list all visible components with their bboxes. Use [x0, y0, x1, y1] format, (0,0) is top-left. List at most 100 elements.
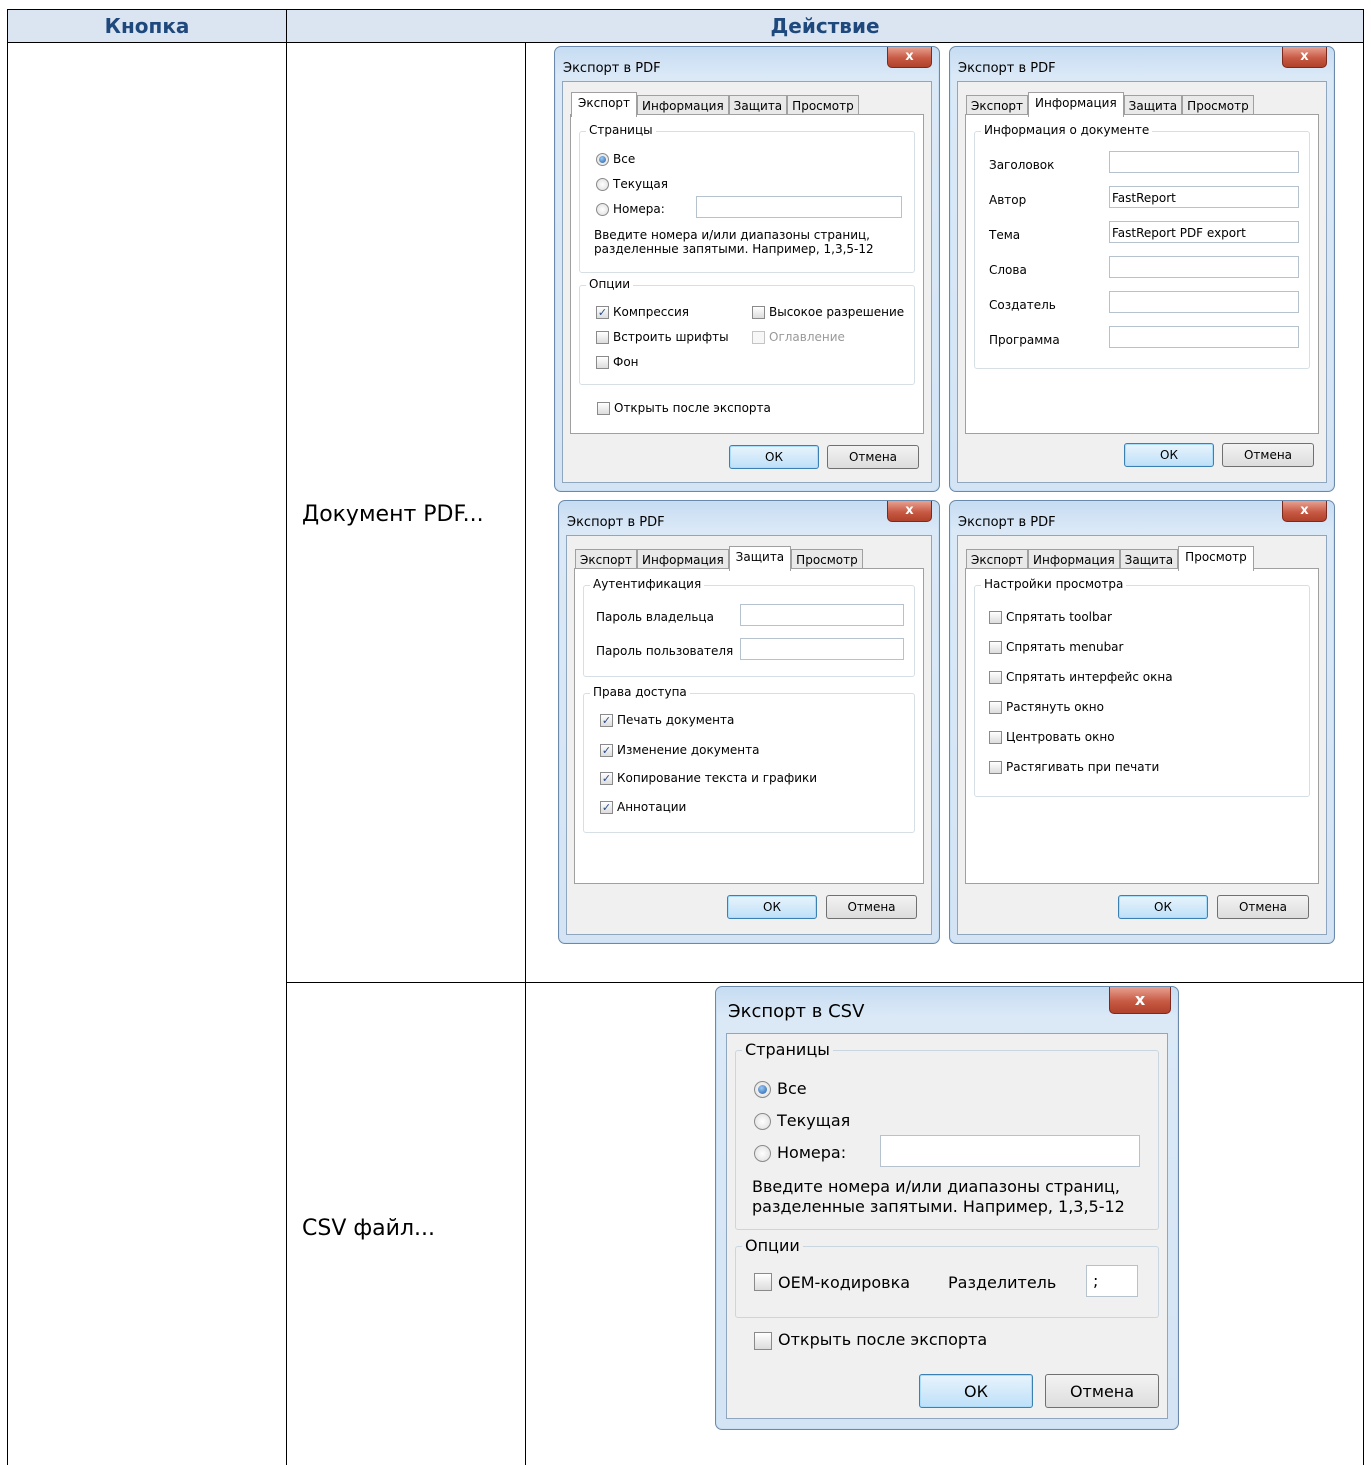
pages-group: Страницы Все Текущая Номера: Введите ном…	[735, 1040, 1159, 1230]
user-password-label: Пароль пользователя	[596, 644, 734, 658]
cancel-button[interactable]: Отмена	[827, 445, 919, 469]
dialog-client: Экспорт Информация Защита Просмотр Аутен…	[566, 535, 932, 935]
cancel-button[interactable]: Отмена	[1217, 895, 1309, 919]
hint-line-2: разделенные запятыми. Например, 1,3,5-12	[752, 1197, 1125, 1216]
radio-numbers[interactable]	[754, 1145, 771, 1162]
oem-checkbox[interactable]	[754, 1273, 772, 1291]
radio-all[interactable]	[596, 153, 609, 166]
dialog-client: Экспорт Информация Защита Просмотр Инфор…	[957, 81, 1327, 483]
open-after-label: Открыть после экспорта	[614, 401, 771, 415]
table-border-col2	[525, 42, 526, 1465]
owner-password-input[interactable]	[740, 604, 904, 626]
modify-doc-label: Изменение документа	[617, 743, 760, 757]
dialog-title: Экспорт в PDF	[563, 61, 661, 76]
ok-button[interactable]: ОК	[919, 1374, 1033, 1408]
close-icon[interactable]: x	[887, 47, 932, 68]
background-checkbox[interactable]	[596, 356, 609, 369]
separator-input[interactable]: ;	[1086, 1265, 1138, 1297]
high-res-checkbox[interactable]	[752, 306, 765, 319]
fit-window-label: Растянуть окно	[1006, 700, 1104, 714]
fit-window-checkbox[interactable]	[989, 701, 1002, 714]
tab-page: Страницы Все Текущая Номера: Введите ном…	[570, 114, 924, 434]
print-doc-label: Печать документа	[617, 713, 735, 727]
tab-security[interactable]: Защита	[728, 546, 792, 571]
close-icon[interactable]: x	[1282, 47, 1327, 68]
auth-group: Аутентификация Пароль владельца Пароль п…	[583, 577, 915, 677]
field-input-keywords[interactable]	[1109, 256, 1299, 278]
dialog-title: Экспорт в PDF	[567, 515, 665, 530]
cancel-button[interactable]: Отмена	[1045, 1374, 1159, 1408]
field-input-subject[interactable]: FastReport PDF export	[1109, 221, 1299, 243]
hide-toolbar-checkbox[interactable]	[989, 611, 1002, 624]
annotations-checkbox[interactable]: ✓	[600, 801, 613, 814]
options-group: Опции OEM-кодировка Разделитель ;	[735, 1236, 1159, 1318]
hide-menubar-label: Спрятать menubar	[1006, 640, 1124, 654]
dialog-client: Экспорт Информация Защита Просмотр Настр…	[957, 535, 1327, 935]
hide-ui-checkbox[interactable]	[989, 671, 1002, 684]
page-numbers-input[interactable]	[880, 1135, 1140, 1167]
header-col-action: Действие	[287, 10, 1363, 42]
close-icon[interactable]: x	[1109, 987, 1171, 1014]
pages-group: Страницы Все Текущая Номера: Введите ном…	[579, 123, 915, 273]
cancel-button[interactable]: Отмена	[1222, 443, 1314, 467]
tab-viewer[interactable]: Просмотр	[1178, 546, 1254, 571]
radio-current[interactable]	[754, 1113, 771, 1130]
field-input-title[interactable]	[1109, 151, 1299, 173]
field-input-creator[interactable]	[1109, 291, 1299, 313]
outline-checkbox[interactable]	[752, 331, 765, 344]
radio-all-label: Все	[613, 152, 636, 166]
table-border-right	[1363, 10, 1364, 1465]
hide-menubar-checkbox[interactable]	[989, 641, 1002, 654]
ok-button[interactable]: ОК	[727, 895, 817, 919]
radio-all[interactable]	[754, 1081, 771, 1098]
doc-info-group-title: Информация о документе	[981, 123, 1153, 137]
embed-fonts-checkbox[interactable]	[596, 331, 609, 344]
print-doc-checkbox[interactable]: ✓	[600, 714, 613, 727]
center-window-label: Центровать окно	[1006, 730, 1115, 744]
radio-all-label: Все	[777, 1079, 807, 1098]
pdf-dialog-viewer-tab: Экспорт в PDF x Экспорт Информация Защит…	[949, 500, 1335, 944]
pdf-dialog-export-tab: Экспорт в PDF x Экспорт Информация Защит…	[554, 46, 940, 492]
options-group-title: Опции	[742, 1236, 803, 1255]
pages-group-title: Страницы	[586, 123, 656, 137]
table-border-row	[286, 982, 1364, 983]
outline-label: Оглавление	[769, 330, 845, 344]
field-input-producer[interactable]	[1109, 326, 1299, 348]
open-after-checkbox[interactable]	[754, 1332, 772, 1350]
open-after-checkbox[interactable]	[597, 402, 610, 415]
table-border-col1	[286, 10, 287, 1465]
header-col-button: Кнопка	[8, 10, 286, 42]
viewer-group-title: Настройки просмотра	[981, 577, 1127, 591]
tab-info[interactable]: Информация	[1028, 92, 1124, 117]
radio-current[interactable]	[596, 178, 609, 191]
print-scaling-checkbox[interactable]	[989, 761, 1002, 774]
dialog-client: Страницы Все Текущая Номера: Введите ном…	[726, 1033, 1168, 1419]
radio-numbers[interactable]	[596, 203, 609, 216]
tab-page: Настройки просмотра Спрятать toolbar Спр…	[965, 568, 1319, 884]
dialog-title: Экспорт в PDF	[958, 515, 1056, 530]
table-border-left	[7, 10, 8, 1465]
field-input-author[interactable]: FastReport	[1109, 186, 1299, 208]
viewer-group: Настройки просмотра Спрятать toolbar Спр…	[974, 577, 1310, 797]
hint-line-1: Введите номера и/или диапазоны страниц,	[594, 228, 870, 242]
cancel-button[interactable]: Отмена	[826, 895, 917, 919]
auth-group-title: Аутентификация	[590, 577, 705, 591]
rights-group-title: Права доступа	[590, 685, 690, 699]
hide-toolbar-label: Спрятать toolbar	[1006, 610, 1112, 624]
row-label-csv: CSV файл...	[302, 1216, 435, 1241]
table-border-header	[7, 42, 1364, 43]
close-icon[interactable]: x	[1282, 501, 1327, 522]
user-password-input[interactable]	[740, 638, 904, 660]
compression-checkbox[interactable]: ✓	[596, 306, 609, 319]
close-icon[interactable]: x	[887, 501, 932, 522]
ok-button[interactable]: ОК	[1118, 895, 1208, 919]
tab-export[interactable]: Экспорт	[571, 92, 638, 117]
center-window-checkbox[interactable]	[989, 731, 1002, 744]
ok-button[interactable]: ОК	[729, 445, 819, 469]
page-numbers-input[interactable]	[696, 196, 902, 218]
modify-doc-checkbox[interactable]: ✓	[600, 744, 613, 757]
pdf-dialog-security-tab: Экспорт в PDF x Экспорт Информация Защит…	[558, 500, 940, 944]
radio-current-label: Текущая	[777, 1111, 851, 1130]
copy-text-checkbox[interactable]: ✓	[600, 772, 613, 785]
ok-button[interactable]: ОК	[1124, 443, 1214, 467]
